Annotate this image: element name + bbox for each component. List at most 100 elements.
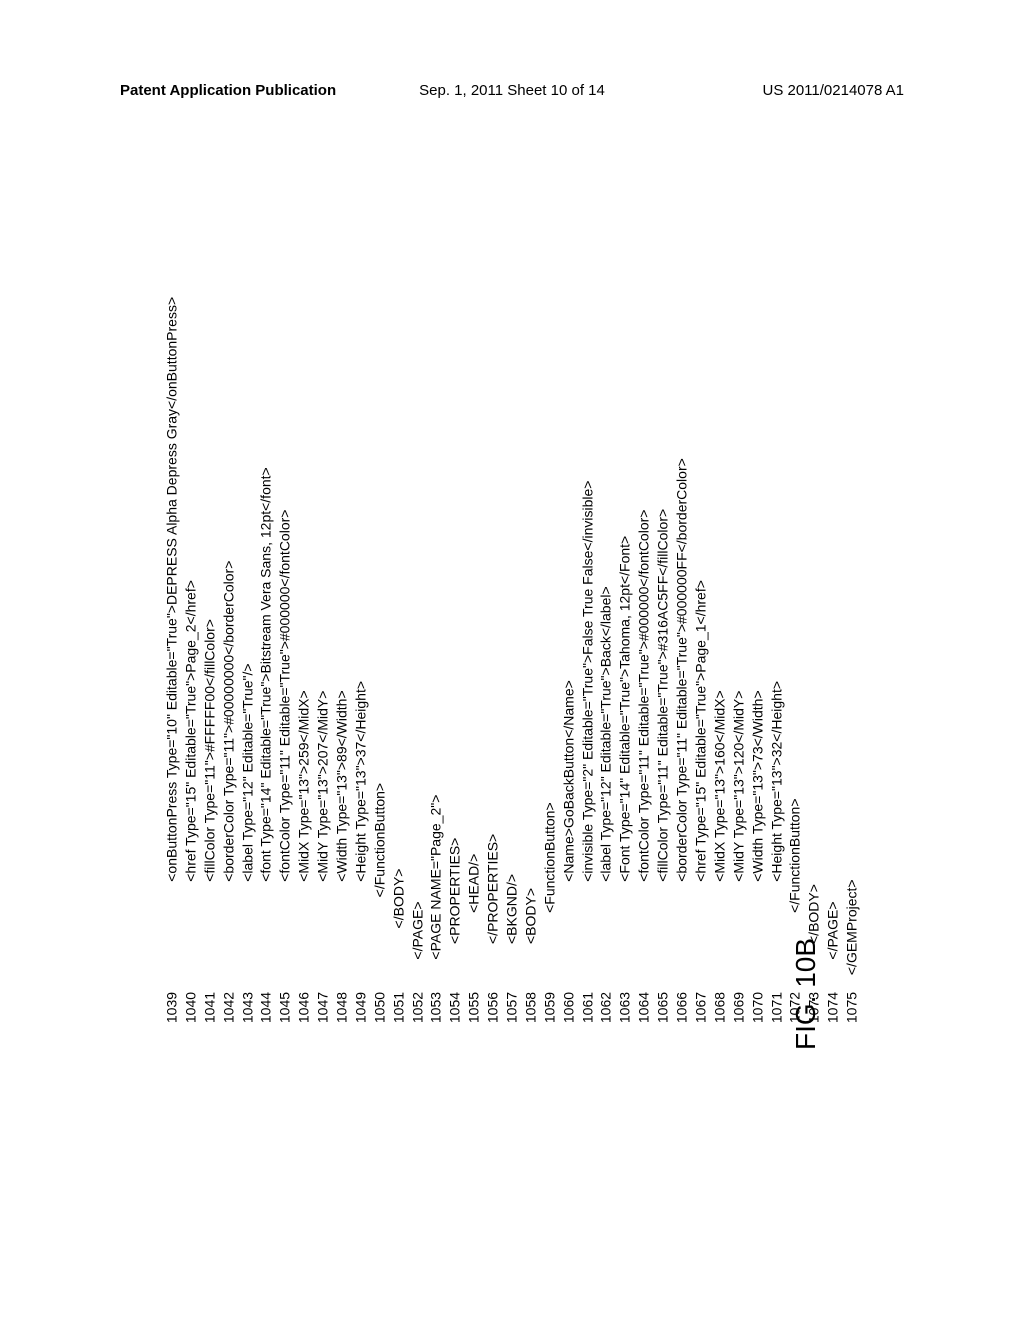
code-line: 1071 <Height Type="13">32</Height> — [767, 297, 786, 1023]
code-line: 1040 <href Type="15" Editable="True">Pag… — [181, 297, 200, 1023]
line-number: 1067 — [691, 975, 710, 1023]
line-number: 1045 — [276, 975, 295, 1023]
code-line: 1052 </PAGE> — [408, 297, 427, 1023]
line-indent — [465, 913, 484, 975]
line-number: 1058 — [521, 975, 540, 1023]
line-text: <MidX Type="13">259</MidX> — [295, 690, 314, 881]
line-number: 1065 — [654, 975, 673, 1023]
code-line: 1059 <FunctionButton> — [540, 297, 559, 1023]
line-text: <label Type="12" Editable="True">Back</l… — [597, 586, 616, 881]
line-text: <Height Type="13">32</Height> — [767, 681, 786, 882]
line-text: <font Type="14" Editable="True">Bitstrea… — [257, 467, 276, 881]
line-text: <borderColor Type="11">#00000000</border… — [219, 561, 238, 882]
line-text: <PAGE NAME="Page_2"> — [427, 795, 446, 960]
line-number: 1070 — [748, 975, 767, 1023]
line-indent — [314, 882, 333, 975]
line-indent — [446, 944, 465, 975]
line-indent — [654, 882, 673, 975]
header-right: US 2011/0214078 A1 — [762, 82, 904, 99]
line-indent — [597, 882, 616, 975]
code-line: 1063 <Font Type="14" Editable="True">Tah… — [616, 297, 635, 1023]
line-number: 1042 — [219, 975, 238, 1023]
code-line: 1069 <MidY Type="13">120</MidY> — [729, 297, 748, 1023]
line-indent — [219, 882, 238, 975]
code-line: 1060 <Name>GoBackButton</Name> — [559, 297, 578, 1023]
code-line: 1047 <MidY Type="13">207</MidY> — [314, 297, 333, 1023]
figure-caption: FIG. 10B — [790, 938, 822, 1050]
line-indent — [503, 944, 522, 975]
line-text: <invisible Type="2" Editable="True">Fals… — [578, 481, 597, 882]
line-text: <Width Type="13">73</Width> — [748, 690, 767, 881]
line-text: </BODY> — [389, 869, 408, 929]
line-indent — [559, 882, 578, 975]
code-line: 1051 </BODY> — [389, 297, 408, 1023]
line-text: <BKGND/> — [503, 874, 522, 944]
line-text: <label Type="12" Editable="True"/> — [238, 663, 257, 881]
line-number: 1041 — [200, 975, 219, 1023]
code-line: 1050 </FunctionButton> — [370, 297, 389, 1023]
code-line: 1045 <fontColor Type="11" Editable="True… — [276, 297, 295, 1023]
line-number: 1047 — [314, 975, 333, 1023]
line-indent — [729, 882, 748, 975]
line-number: 1044 — [257, 975, 276, 1023]
code-line: 1048 <Width Type="13">89</Width> — [333, 297, 352, 1023]
line-text: </GEMProject> — [843, 879, 862, 975]
line-indent — [767, 882, 786, 975]
code-line: 1043 <label Type="12" Editable="True"/> — [238, 297, 257, 1023]
code-line: 1057 <BKGND/> — [503, 297, 522, 1023]
line-text: <MidY Type="13">120</MidY> — [729, 691, 748, 882]
line-number: 1061 — [578, 975, 597, 1023]
line-indent — [521, 944, 540, 975]
line-number: 1057 — [503, 975, 522, 1023]
line-text: <Font Type="14" Editable="True">Tahoma, … — [616, 536, 635, 882]
line-number: 1054 — [446, 975, 465, 1023]
line-indent — [824, 960, 843, 976]
code-line: 1049 <Height Type="13">37</Height> — [351, 297, 370, 1023]
code-line: 1067 <href Type="15" Editable="True">Pag… — [691, 297, 710, 1023]
line-text: <Height Type="13">37</Height> — [351, 681, 370, 882]
line-indent — [351, 882, 370, 975]
line-number: 1056 — [484, 975, 503, 1023]
line-indent — [389, 928, 408, 975]
code-line: 1070 <Width Type="13">73</Width> — [748, 297, 767, 1023]
code-line: 1062 <label Type="12" Editable="True">Ba… — [597, 297, 616, 1023]
line-text: <MidX Type="13">160</MidX> — [710, 690, 729, 881]
line-text: <fontColor Type="11" Editable="True">#00… — [635, 510, 654, 882]
code-line: 1042 <borderColor Type="11">#00000000</b… — [219, 297, 238, 1023]
line-number: 1039 — [163, 975, 182, 1023]
line-number: 1050 — [370, 975, 389, 1023]
line-indent — [276, 882, 295, 975]
line-text: <href Type="15" Editable="True">Page_2</… — [181, 580, 200, 882]
line-text: <href Type="15" Editable="True">Page_1</… — [691, 580, 710, 882]
line-indent — [540, 913, 559, 975]
line-number: 1040 — [181, 975, 200, 1023]
line-indent — [333, 882, 352, 975]
line-text: <HEAD/> — [465, 854, 484, 913]
line-number: 1068 — [710, 975, 729, 1023]
line-indent — [427, 960, 446, 976]
line-text: <Width Type="13">89</Width> — [333, 690, 352, 881]
line-text: </FunctionButton> — [786, 798, 805, 912]
line-number: 1055 — [465, 975, 484, 1023]
code-line: 1064 <fontColor Type="11" Editable="True… — [635, 297, 654, 1023]
code-line: 1044 <font Type="14" Editable="True">Bit… — [257, 297, 276, 1023]
line-number: 1051 — [389, 975, 408, 1023]
code-line: 1053 <PAGE NAME="Page_2"> — [427, 297, 446, 1023]
line-indent — [616, 882, 635, 975]
line-indent — [238, 882, 257, 975]
line-indent — [295, 882, 314, 975]
line-indent — [163, 882, 182, 975]
line-indent — [200, 882, 219, 975]
line-text: <MidY Type="13">207</MidY> — [314, 691, 333, 882]
line-text: <PROPERTIES> — [446, 838, 465, 944]
line-text: <BODY> — [521, 888, 540, 944]
line-number: 1063 — [616, 975, 635, 1023]
line-number: 1060 — [559, 975, 578, 1023]
line-text: <onButtonPress Type="10" Editable="True"… — [163, 297, 182, 882]
code-line: 1058 <BODY> — [521, 297, 540, 1023]
line-indent — [257, 882, 276, 975]
line-text: <fillColor Type="11" Editable="True">#31… — [654, 509, 673, 882]
code-line: 1039 <onButtonPress Type="10" Editable="… — [163, 297, 182, 1023]
code-line: 1054 <PROPERTIES> — [446, 297, 465, 1023]
code-line: 1065 <fillColor Type="11" Editable="True… — [654, 297, 673, 1023]
